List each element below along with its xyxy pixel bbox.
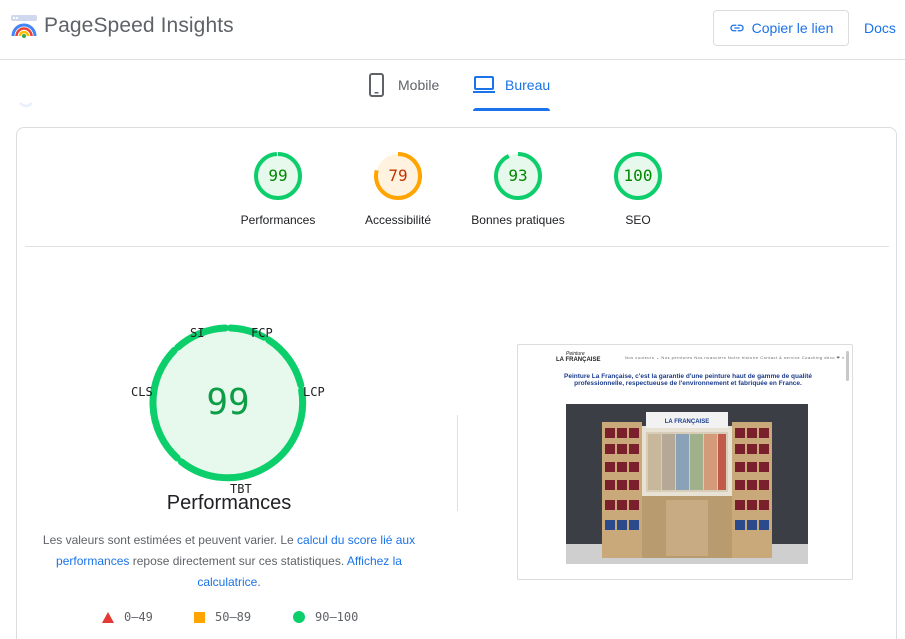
pagespeed-logo-icon[interactable]: [10, 14, 38, 40]
copy-link-button[interactable]: Copier le lien: [713, 10, 849, 46]
partial-gauge-icon: [19, 102, 33, 108]
page-screenshot[interactable]: Peinture LA FRANÇAISE Nos couleurs ⌄ Nos…: [517, 344, 853, 580]
category-score: 99: [268, 166, 288, 185]
score-note: Les valeurs sont estimées et peuvent var…: [39, 530, 419, 593]
laptop-icon: [473, 76, 495, 93]
metric-label-si: SI: [190, 326, 205, 340]
vertical-divider: [457, 415, 458, 511]
link-icon: [729, 24, 744, 32]
category-label: Bonnes pratiques: [471, 213, 565, 227]
category-score: 79: [388, 166, 408, 185]
category-best-practices[interactable]: 93 Bonnes pratiques: [458, 151, 578, 227]
thumb-headline: Peinture La Française, c'est la garantie…: [564, 373, 812, 387]
category-score: 93: [508, 166, 528, 185]
app-title: PageSpeed Insights: [44, 14, 234, 37]
color-swatches: [646, 432, 728, 492]
category-gauge: 100: [613, 151, 663, 201]
thumb-navbar: Peinture LA FRANÇAISE Nos couleurs ⌄ Nos…: [518, 345, 852, 367]
performance-title: Performances: [166, 492, 292, 514]
category-performance[interactable]: 99 Performances: [218, 151, 338, 227]
category-gauge: 99: [253, 151, 303, 201]
category-seo[interactable]: 100 SEO: [578, 151, 698, 227]
top-header: PageSpeed Insights Copier le lien Docs: [0, 0, 905, 60]
legend-pass: 90–100: [293, 610, 358, 624]
copy-link-label: Copier le lien: [751, 20, 834, 36]
report-card: 99 Performances 79 Accessibilité 93 Bonn…: [16, 127, 897, 639]
tab-mobile[interactable]: Mobile: [366, 73, 439, 111]
tab-mobile-label: Mobile: [398, 77, 440, 93]
thumb-logo: Peinture LA FRANÇAISE: [556, 351, 600, 363]
thumb-logo-bottom: LA FRANÇAISE: [556, 357, 601, 363]
fail-triangle-icon: [102, 611, 114, 623]
category-score: 100: [623, 166, 653, 185]
category-label: SEO: [625, 213, 651, 227]
thumb-nav-items: Nos couleurs ⌄ Nos peintures Nos nuancie…: [625, 355, 845, 360]
legend-range: 0–49: [124, 610, 153, 624]
category-scores: 99 Performances 79 Accessibilité 93 Bonn…: [25, 128, 889, 247]
thumb-display-sign: LA FRANÇAISE: [665, 419, 709, 425]
smartphone-icon: [369, 73, 384, 97]
metric-label-fcp: FCP: [251, 326, 273, 340]
pass-circle-icon: [293, 611, 305, 623]
thumb-scrollbar: [846, 351, 849, 381]
metric-label-lcp: LCP: [303, 385, 325, 399]
category-accessibility[interactable]: 79 Accessibilité: [338, 151, 458, 227]
device-tabs: Mobile Bureau: [0, 61, 905, 111]
legend-range: 50–89: [215, 610, 252, 624]
category-label: Accessibilité: [364, 213, 432, 227]
note-text: .: [257, 575, 261, 589]
thumb-photo: LA FRANÇAISE: [566, 404, 808, 564]
performance-score: 99: [206, 382, 250, 423]
category-gauge: 93: [493, 151, 543, 201]
note-text: Les valeurs sont estimées et peuvent var…: [42, 533, 298, 547]
tab-desktop[interactable]: Bureau: [473, 73, 551, 111]
legend-fail: 0–49: [102, 610, 153, 624]
note-text: repose directement sur ces statistiques.: [129, 554, 347, 568]
legend-range: 90–100: [315, 610, 359, 624]
paint-display-image: LA FRANÇAISE: [566, 404, 808, 564]
category-gauge: 79: [373, 151, 423, 201]
category-label: Performances: [240, 213, 316, 227]
average-square-icon: [194, 611, 205, 623]
legend-average: 50–89: [194, 610, 251, 624]
metric-label-cls: CLS: [131, 385, 153, 399]
docs-link[interactable]: Docs: [864, 20, 896, 36]
tab-desktop-label: Bureau: [505, 77, 551, 93]
